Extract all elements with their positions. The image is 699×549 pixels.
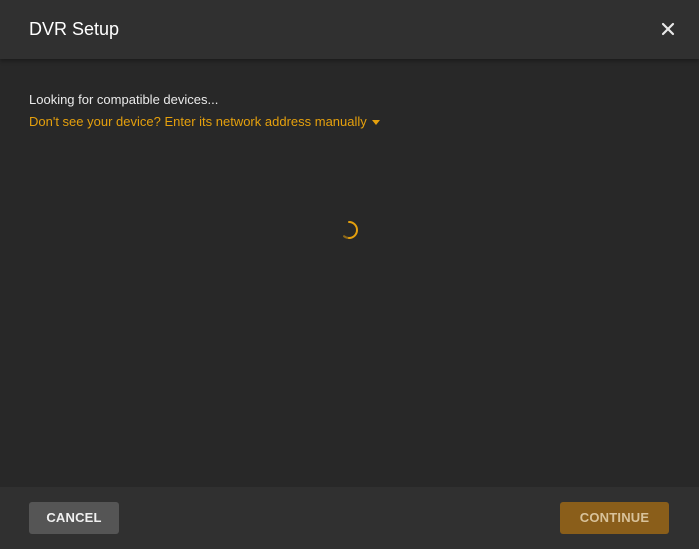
manual-address-link[interactable]: Don't see your device? Enter its network… xyxy=(29,114,380,130)
loading-spinner xyxy=(338,219,360,241)
status-text: Looking for compatible devices... xyxy=(29,92,219,107)
manual-address-link-label: Don't see your device? Enter its network… xyxy=(29,114,367,129)
cancel-button[interactable]: CANCEL xyxy=(29,502,119,534)
close-button[interactable] xyxy=(657,18,679,40)
continue-button[interactable]: CONTINUE xyxy=(560,502,669,534)
dialog-body: Looking for compatible devices... Don't … xyxy=(0,59,699,487)
dialog-title: DVR Setup xyxy=(29,19,120,39)
dialog-header: DVR Setup xyxy=(0,0,699,59)
close-icon xyxy=(661,22,675,36)
caret-down-icon xyxy=(371,119,380,125)
spinner-icon xyxy=(343,221,358,239)
dvr-setup-dialog: DVR Setup Looking for compatible devices… xyxy=(0,0,699,549)
dialog-footer: CANCEL CONTINUE xyxy=(0,487,699,549)
